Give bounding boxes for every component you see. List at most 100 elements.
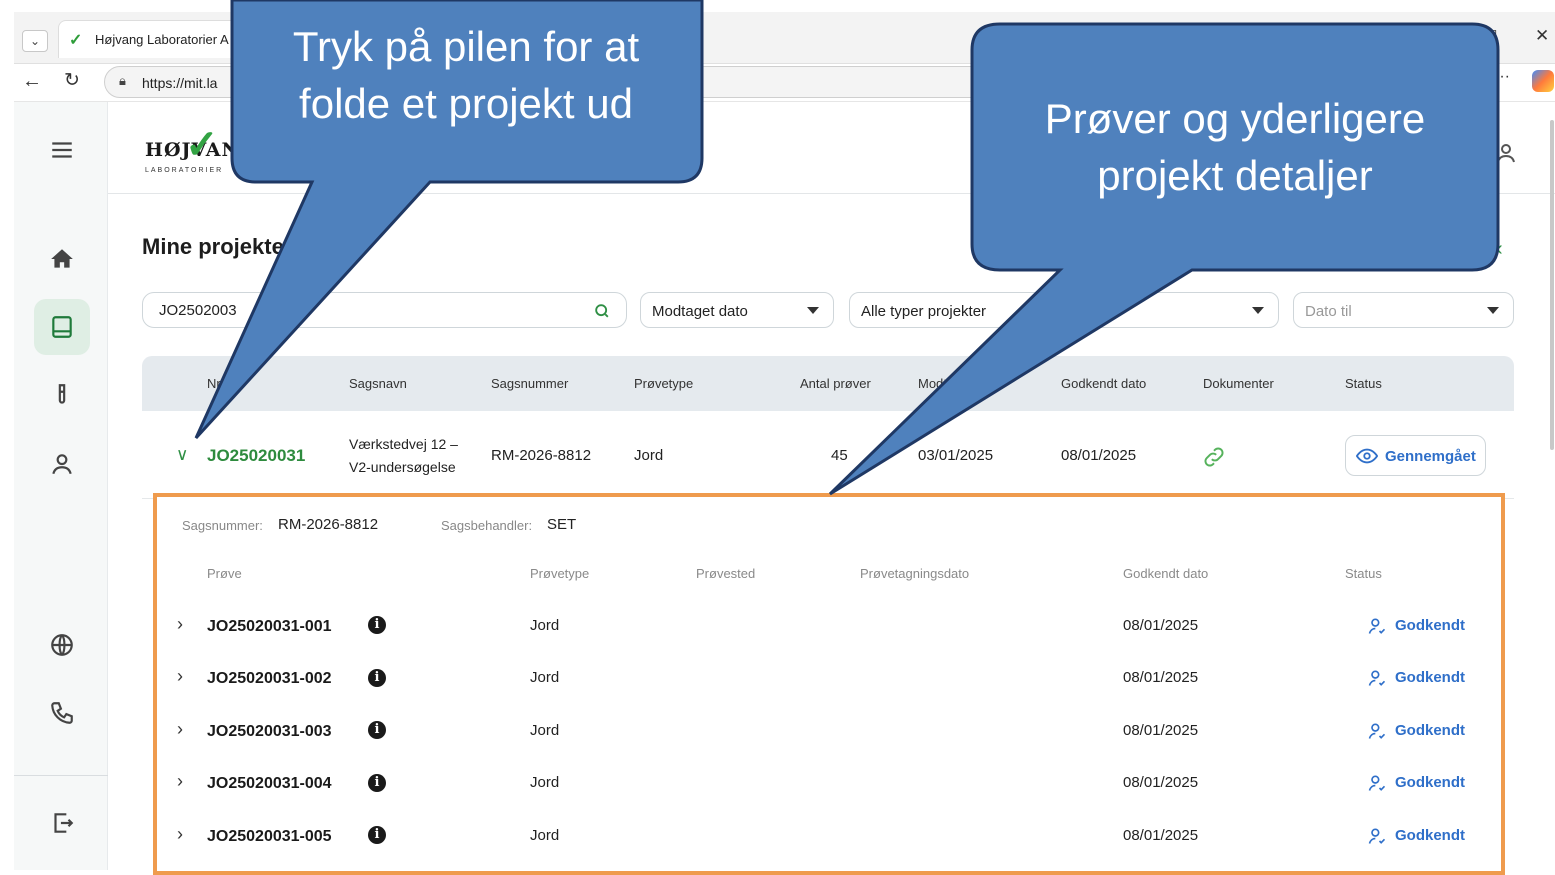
sample-number[interactable]: JO25020031-004 xyxy=(207,775,332,793)
reload-icon[interactable]: ↻ xyxy=(64,69,80,92)
sample-status-label: Godkendt xyxy=(1395,722,1465,739)
copilot-icon[interactable] xyxy=(1532,70,1554,92)
menu-icon[interactable] xyxy=(34,122,90,178)
user-check-icon xyxy=(1368,618,1386,634)
th-status: Status xyxy=(1345,376,1382,391)
status-button[interactable]: Gennemgået xyxy=(1345,435,1486,476)
approved-date: 08/01/2025 xyxy=(1061,447,1137,464)
received-date-select[interactable]: Modtaget dato xyxy=(640,292,834,328)
th-count: Antal prøver xyxy=(800,376,871,391)
left-callout-line2: folde et projekt ud xyxy=(299,80,633,127)
chevron-down-icon xyxy=(807,307,819,314)
sample-approved-date: 08/01/2025 xyxy=(1123,774,1199,791)
sample-status-label: Godkendt xyxy=(1395,774,1465,791)
sample-approved-date: 08/01/2025 xyxy=(1123,617,1199,634)
projects-icon[interactable] xyxy=(34,299,90,355)
tab-title: Højvang Laboratorier A xyxy=(95,32,229,47)
chevron-down-icon xyxy=(1487,307,1499,314)
info-icon[interactable]: i xyxy=(368,774,386,792)
sample-approved-date: 08/01/2025 xyxy=(1123,722,1199,739)
sample-number[interactable]: JO25020031-003 xyxy=(207,723,332,741)
th-sample-type: Prøvetype xyxy=(634,376,694,391)
chevron-down-icon xyxy=(1252,307,1264,314)
sample-number[interactable]: JO25020031-005 xyxy=(207,828,332,846)
url-text: https://mit.la xyxy=(142,75,218,91)
favicon-check-icon: ✓ xyxy=(69,32,83,49)
flask-icon[interactable] xyxy=(34,367,90,423)
date-to-select[interactable]: Dato til xyxy=(1293,292,1514,328)
right-callout-text: Prøver og yderligere projekt detaljer xyxy=(980,90,1490,204)
collapse-chevron-icon[interactable]: ‹ xyxy=(1496,238,1503,261)
chevron-right-icon[interactable]: › xyxy=(177,666,183,687)
maximize-icon[interactable]: ☐ xyxy=(1484,27,1497,45)
table-row[interactable] xyxy=(142,411,1514,499)
sub-th-location: Prøvested xyxy=(696,566,756,581)
logo-subtitle: LABORATORIER xyxy=(145,167,224,174)
scrollbar[interactable] xyxy=(1550,120,1554,450)
phone-icon[interactable] xyxy=(34,685,90,741)
case-handler-value: SET xyxy=(547,516,577,533)
account-icon[interactable] xyxy=(1494,141,1518,170)
chevron-right-icon[interactable]: › xyxy=(177,824,183,845)
left-callout-line1: Tryk på pilen for at xyxy=(292,23,640,70)
tab-list-button[interactable]: ⌄ xyxy=(22,30,48,52)
link-icon[interactable] xyxy=(1201,444,1227,470)
case-name-line1: Værkstedvej 12 – xyxy=(349,436,458,452)
sample-type: Jord xyxy=(634,447,664,464)
date-to-placeholder: Dato til xyxy=(1305,303,1352,320)
th-received: Modtaget dato xyxy=(918,376,1002,391)
case-name-line2: V2-undersøgelse xyxy=(349,459,456,475)
case-number: RM-2026-8812 xyxy=(491,447,592,464)
th-approved: Godkendt dato xyxy=(1061,376,1147,391)
th-documents: Dokumenter xyxy=(1203,376,1274,391)
info-icon[interactable]: i xyxy=(368,616,386,634)
sample-type: Jord xyxy=(530,669,560,686)
sample-type: Jord xyxy=(530,617,560,634)
project-number[interactable]: JO25020031 xyxy=(207,446,305,466)
th-case-no: Sagsnummer xyxy=(491,376,569,391)
expand-chevron-icon[interactable]: ∨ xyxy=(176,445,188,465)
company-logo[interactable]: HØJVAN ✓ LABORATORIER xyxy=(145,125,265,175)
close-icon[interactable]: ✕ xyxy=(1535,26,1549,46)
sample-count: 45 xyxy=(831,447,848,464)
sub-th-approved: Godkendt dato xyxy=(1123,566,1209,581)
sample-status-label: Godkendt xyxy=(1395,617,1465,634)
search-icon[interactable] xyxy=(592,301,612,321)
nav-divider xyxy=(14,775,108,776)
page-title: Mine projekter xyxy=(142,234,293,259)
user-check-icon xyxy=(1368,723,1386,739)
globe-icon[interactable] xyxy=(34,617,90,673)
info-icon[interactable]: i xyxy=(368,669,386,687)
sample-number[interactable]: JO25020031-001 xyxy=(207,618,332,636)
search-value: JO2502003 xyxy=(159,302,237,319)
sample-type: Jord xyxy=(530,722,560,739)
sample-status-label: Godkendt xyxy=(1395,827,1465,844)
status-label: Gennemgået xyxy=(1385,448,1476,465)
info-icon[interactable]: i xyxy=(368,721,386,739)
case-number-label: Sagsnummer: xyxy=(182,518,263,533)
right-callout-line2: projekt detaljer xyxy=(1097,152,1373,199)
chevron-right-icon[interactable]: › xyxy=(177,719,183,740)
th-case-name: Sagsnavn xyxy=(349,376,407,391)
project-details-panel xyxy=(153,493,1505,875)
sample-approved-date: 08/01/2025 xyxy=(1123,827,1199,844)
case-handler-label: Sagsbehandler: xyxy=(441,518,533,533)
more-options-icon[interactable]: ··· xyxy=(1494,68,1510,86)
logout-icon[interactable] xyxy=(34,795,90,851)
chevron-right-icon[interactable]: › xyxy=(177,614,183,635)
right-callout-line1: Prøver og yderligere xyxy=(1044,95,1426,142)
project-type-select[interactable]: Alle typer projekter xyxy=(849,292,1279,328)
user-check-icon xyxy=(1368,828,1386,844)
sub-th-type: Prøvetype xyxy=(530,566,590,581)
left-callout-text: Tryk på pilen for at folde et projekt ud xyxy=(238,18,694,132)
chevron-right-icon[interactable]: › xyxy=(177,771,183,792)
search-input[interactable]: JO2502003 xyxy=(142,292,627,328)
sample-number[interactable]: JO25020031-002 xyxy=(207,670,332,688)
user-check-icon xyxy=(1368,670,1386,686)
sub-th-status: Status xyxy=(1345,566,1382,581)
info-icon[interactable]: i xyxy=(368,826,386,844)
home-icon[interactable] xyxy=(34,231,90,287)
back-arrow-icon[interactable]: ← xyxy=(22,70,42,93)
sample-approved-date: 08/01/2025 xyxy=(1123,669,1199,686)
user-icon[interactable] xyxy=(34,436,90,492)
